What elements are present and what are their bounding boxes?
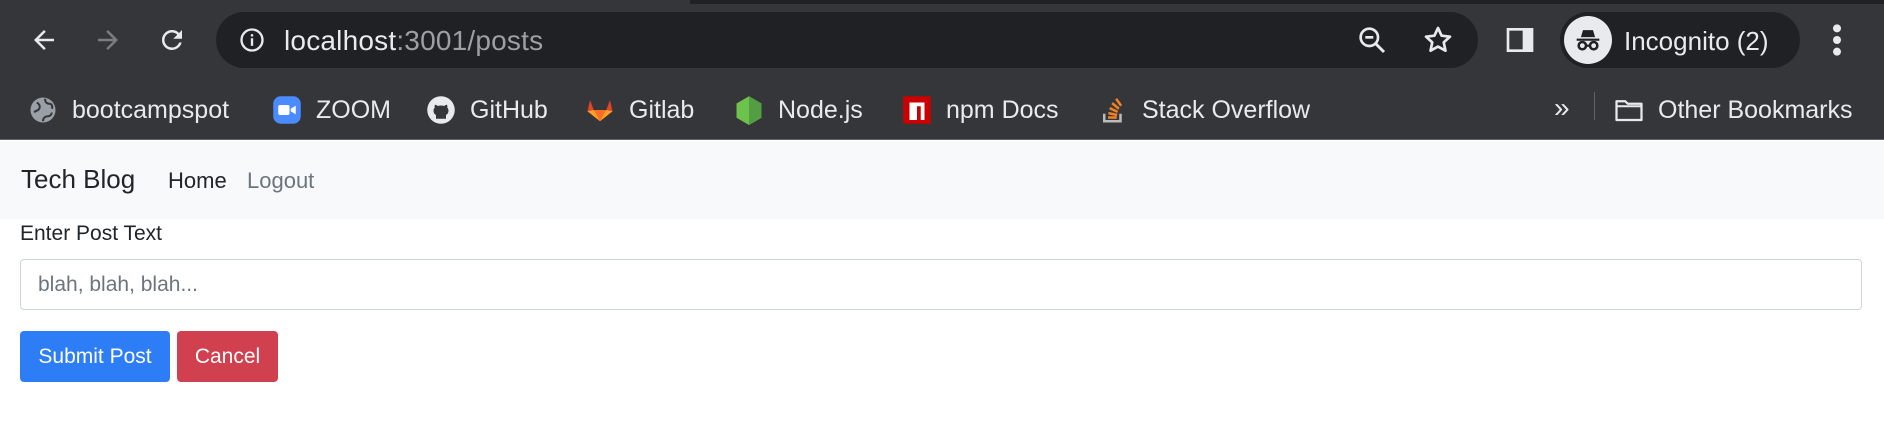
active-tab[interactable] [0, 0, 690, 4]
incognito-icon [1564, 16, 1612, 64]
github-icon [426, 95, 456, 125]
bookmark-bootcampspot[interactable]: bootcampspot [28, 90, 229, 130]
gitlab-icon [585, 95, 615, 125]
post-text-label: Enter Post Text [20, 222, 163, 245]
zoom-out-icon[interactable] [1356, 24, 1388, 56]
side-panel-icon[interactable] [1504, 24, 1536, 56]
site-navbar: Tech Blog Home Logout [0, 141, 1884, 219]
other-bookmarks-button[interactable]: Other Bookmarks [1614, 90, 1853, 130]
bookmark-label: Gitlab [629, 95, 695, 124]
more-bookmarks-button[interactable]: » [1554, 92, 1570, 124]
bookmark-label: ZOOM [316, 95, 391, 124]
bookmark-npm-docs[interactable]: npm Docs [902, 90, 1059, 130]
menu-dots-icon[interactable] [1822, 20, 1852, 60]
back-button[interactable] [22, 18, 66, 62]
bookmark-stack-overflow[interactable]: Stack Overflow [1098, 90, 1310, 130]
bookmark-nodejs[interactable]: Node.js [734, 90, 863, 130]
bookmark-zoom[interactable]: ZOOM [272, 90, 391, 130]
stackoverflow-icon [1098, 95, 1128, 125]
arrow-right-icon [98, 30, 118, 50]
folder-icon [1614, 95, 1644, 125]
nodejs-icon [734, 95, 764, 125]
nav-link-logout[interactable]: Logout [247, 168, 314, 194]
post-text-input[interactable] [20, 259, 1862, 310]
reload-icon [161, 29, 182, 50]
address-bar[interactable]: localhost:3001/posts [216, 12, 1478, 68]
zoom-icon [272, 95, 302, 125]
globe-icon [28, 95, 58, 125]
bookmarks-bar: bootcampspot ZOOM GitHub Gitlab Node.js … [0, 80, 1884, 140]
arrow-left-icon [34, 30, 54, 50]
url-host: localhost [284, 25, 397, 56]
info-icon[interactable] [238, 26, 266, 54]
bookmark-github[interactable]: GitHub [426, 90, 548, 130]
bookmark-label: npm Docs [946, 95, 1059, 124]
reload-button[interactable] [150, 18, 194, 62]
bookmark-gitlab[interactable]: Gitlab [585, 90, 694, 130]
nav-link-home[interactable]: Home [168, 168, 227, 194]
tab-strip [0, 0, 1884, 4]
url-path: :3001/posts [396, 25, 544, 56]
site-brand[interactable]: Tech Blog [21, 164, 135, 195]
bookmark-label: bootcampspot [72, 95, 230, 124]
bookmark-label: Node.js [778, 95, 863, 124]
profile-label: Incognito (2) [1624, 26, 1769, 56]
browser-toolbar: localhost:3001/posts Incognito (2) [0, 0, 1884, 80]
bookmark-label: Stack Overflow [1142, 95, 1311, 124]
profile-button[interactable]: Incognito (2) [1560, 12, 1800, 68]
bookmark-label: GitHub [470, 95, 548, 124]
url-text[interactable]: localhost:3001/posts [284, 25, 543, 57]
other-bookmarks-label: Other Bookmarks [1658, 95, 1853, 124]
bookmarks-divider [1594, 92, 1595, 120]
submit-post-button[interactable]: Submit Post [20, 331, 170, 382]
star-icon[interactable] [1422, 24, 1454, 56]
npm-icon [902, 95, 932, 125]
cancel-button[interactable]: Cancel [177, 331, 278, 382]
forward-button[interactable] [86, 18, 130, 62]
